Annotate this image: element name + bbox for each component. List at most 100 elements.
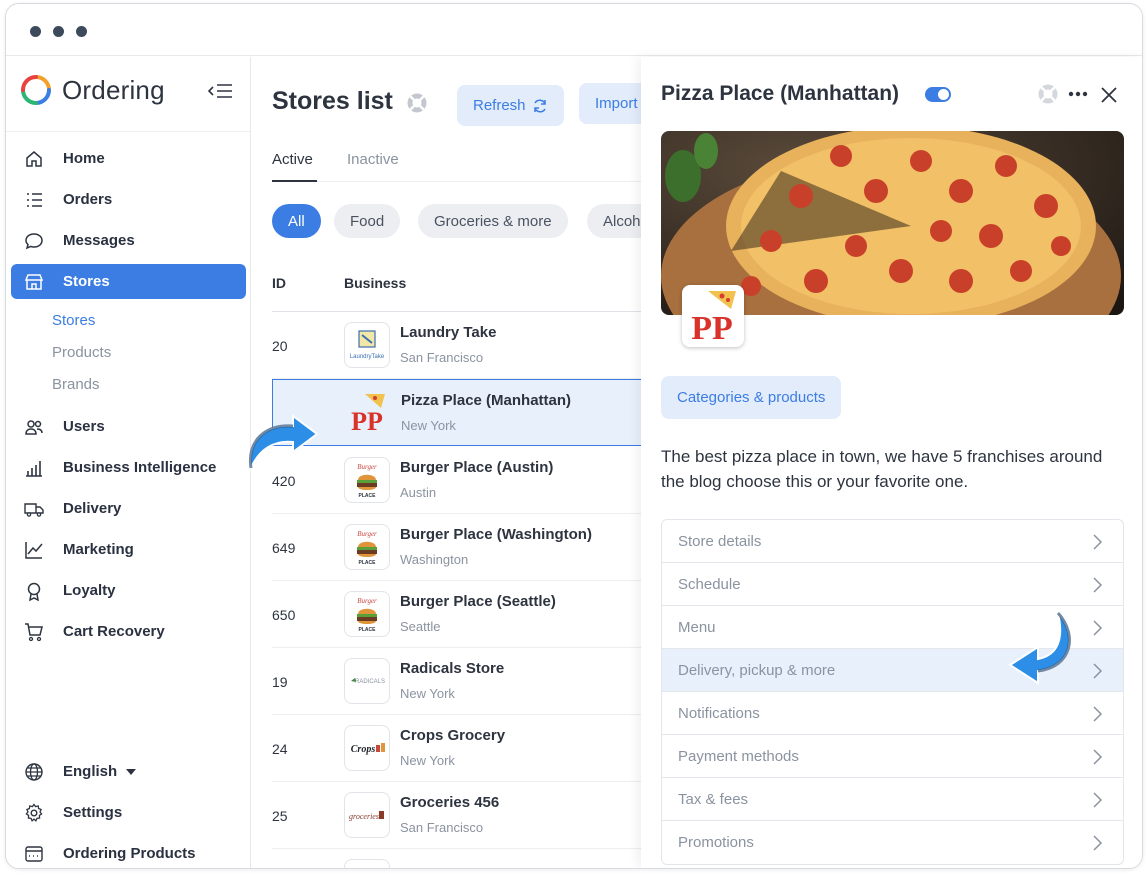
sidebar-item-business-intelligence[interactable]: Business Intelligence	[11, 450, 246, 485]
chevron-right-icon	[1093, 577, 1103, 593]
chevron-right-icon	[1093, 620, 1103, 636]
table-row[interactable]: 20 LaundryTake Laundry Take San Francisc…	[272, 312, 652, 379]
store-city: Washington	[400, 552, 469, 567]
sidebar-item-marketing[interactable]: Marketing	[11, 532, 246, 567]
menu-item-payment-methods[interactable]: Payment methods	[662, 735, 1123, 778]
language-selector[interactable]: English	[11, 754, 246, 789]
brand-name: Ordering	[62, 74, 165, 105]
store-city: San Francisco	[400, 820, 484, 835]
store-enabled-toggle[interactable]	[925, 87, 951, 102]
menu-item-label: Menu	[678, 618, 716, 636]
table-row[interactable]	[272, 849, 652, 868]
row-id: 25	[272, 808, 288, 824]
menu-item-notifications[interactable]: Notifications	[662, 692, 1123, 735]
chevron-right-icon	[1093, 792, 1103, 808]
more-options-icon[interactable]	[1068, 91, 1088, 97]
store-city: Austin	[400, 485, 437, 500]
store-city: New York	[400, 753, 455, 768]
help-lifebuoy-icon[interactable]	[406, 92, 428, 114]
sidebar-item-users[interactable]: Users	[11, 409, 246, 444]
sidebar-subitem-products[interactable]: Products	[52, 344, 111, 361]
sidebar-item-label: Business Intelligence	[63, 459, 217, 476]
panel-title: Pizza Place (Manhattan)	[661, 82, 900, 105]
menu-item-tax-fees[interactable]: Tax & fees	[662, 778, 1123, 821]
table-row[interactable]: 19 RADICALS Radicals Store New York	[272, 648, 652, 715]
store-logo: RADICALS	[344, 658, 390, 704]
sidebar-item-home[interactable]: Home	[11, 141, 246, 176]
sidebar-item-orders[interactable]: Orders	[11, 182, 246, 217]
users-icon	[23, 416, 45, 438]
sidebar-item-label: Delivery	[63, 500, 122, 517]
menu-item-label: Notifications	[678, 704, 760, 722]
row-id: 24	[272, 741, 288, 757]
table-row-selected[interactable]: PP Pizza Place (Manhattan) New York	[272, 379, 652, 446]
store-name: Burger Place (Austin)	[400, 459, 554, 476]
row-id: 650	[272, 607, 296, 623]
sidebar-item-label: Ordering Products	[63, 845, 196, 862]
tab-inactive[interactable]: Inactive	[347, 151, 399, 168]
pizza-logo-text: PP	[691, 310, 733, 347]
bar-chart-icon	[23, 457, 45, 479]
line-chart-icon	[23, 539, 45, 561]
filter-chip-food[interactable]: Food	[334, 204, 401, 238]
table-row[interactable]: 650 Burger PLACE Burger Place (Seattle) S…	[272, 581, 652, 648]
row-id: 649	[272, 540, 296, 556]
sidebar-item-messages[interactable]: Messages	[11, 223, 246, 258]
caret-down-icon	[126, 768, 137, 775]
sidebar-item-label: Cart Recovery	[63, 623, 165, 640]
chevron-right-icon	[1093, 835, 1103, 851]
table-row[interactable]: 24 Crops Crops Grocery New York	[272, 715, 652, 782]
gear-icon	[23, 802, 45, 824]
table-row[interactable]: 420 Burger PLACE Burger Place (Austin) Au…	[272, 447, 652, 514]
pizza-logo-text: PP	[351, 407, 383, 436]
sidebar: Ordering Home Orders Messages Stores Sto…	[6, 57, 251, 868]
store-city: New York	[401, 418, 456, 433]
store-name: Groceries 456	[400, 794, 500, 811]
store-name: Laundry Take	[400, 324, 497, 341]
window-dot	[30, 26, 41, 37]
row-id: 19	[272, 674, 288, 690]
menu-item-store-details[interactable]: Store details	[662, 520, 1123, 563]
sidebar-item-label: Messages	[63, 232, 135, 249]
chevron-right-icon	[1093, 749, 1103, 765]
chevron-right-icon	[1093, 706, 1103, 722]
menu-item-label: Store details	[678, 532, 762, 550]
menu-item-label: Tax & fees	[678, 790, 749, 808]
tab-active[interactable]: Active	[272, 151, 313, 168]
filter-chip-groceries[interactable]: Groceries & more	[418, 204, 568, 238]
store-logo: Burger PLACE	[344, 591, 390, 637]
sidebar-item-label: Marketing	[63, 541, 134, 558]
burger-logo-sub: PLACE	[359, 493, 377, 499]
sidebar-item-cart-recovery[interactable]: Cart Recovery	[11, 614, 246, 649]
sidebar-item-settings[interactable]: Settings	[11, 795, 246, 830]
sidebar-item-loyalty[interactable]: Loyalty	[11, 573, 246, 608]
chevron-right-icon	[1093, 663, 1103, 679]
window-titlebar	[6, 4, 1142, 56]
radicals-logo-text: RADICALS	[355, 679, 385, 685]
refresh-icon	[533, 98, 546, 113]
menu-item-label: Schedule	[678, 575, 741, 593]
close-icon[interactable]	[1100, 86, 1118, 104]
menu-item-promotions[interactable]: Promotions	[662, 821, 1123, 864]
column-header-id[interactable]: ID	[272, 275, 286, 291]
store-name: Radicals Store	[400, 660, 505, 677]
store-icon	[23, 271, 45, 293]
sidebar-item-label: Home	[63, 150, 105, 167]
column-header-business[interactable]: Business	[344, 275, 406, 291]
categories-products-button[interactable]: Categories & products	[661, 376, 842, 419]
sidebar-item-stores[interactable]: Stores	[11, 264, 246, 299]
collapse-sidebar-icon[interactable]	[206, 81, 234, 101]
menu-item-schedule[interactable]: Schedule	[662, 563, 1123, 606]
brand[interactable]: Ordering	[20, 71, 165, 109]
sidebar-subitem-stores[interactable]: Stores	[52, 312, 95, 329]
sidebar-subitem-brands[interactable]: Brands	[52, 376, 100, 393]
table-row[interactable]: 649 Burger PLACE Burger Place (Washington…	[272, 514, 652, 581]
filter-chip-all[interactable]: All	[272, 204, 321, 238]
refresh-button[interactable]: Refresh	[457, 85, 564, 126]
sidebar-item-delivery[interactable]: Delivery	[11, 491, 246, 526]
truck-icon	[23, 498, 45, 520]
help-lifebuoy-icon[interactable]	[1037, 83, 1059, 105]
sidebar-item-ordering-products[interactable]: Ordering Products	[11, 836, 246, 868]
table-row[interactable]: 25 groceries Groceries 456 San Francisco	[272, 782, 652, 849]
burger-logo-text: Burger	[357, 597, 377, 605]
